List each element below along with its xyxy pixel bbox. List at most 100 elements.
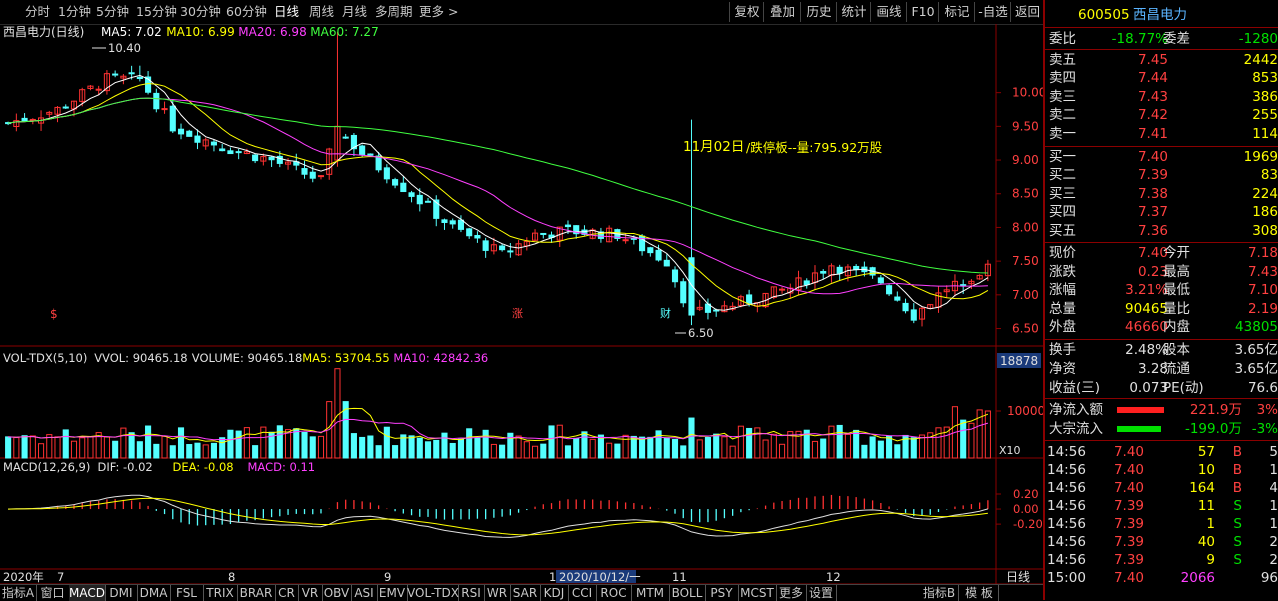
volume-bar [317,435,325,459]
toolbar-button-5[interactable]: F10 [906,2,939,22]
period-tab-1[interactable]: 1分钟 [58,3,91,21]
flow-label: 净流入额 [1049,402,1103,418]
indicator-tab-4[interactable]: DMA [137,585,171,601]
indicator-tab-16[interactable]: SAR [510,585,541,601]
indicator-tab-20[interactable]: MTM [631,585,670,601]
toolbar-button-4[interactable]: 画线 [870,2,907,22]
period-tab-7[interactable]: 周线 [309,3,334,21]
vol-axis-tick: 10000 [1007,404,1043,418]
indicator-tab-5[interactable]: FSL [170,585,204,601]
indicator-tab-21[interactable]: BOLL [669,585,706,601]
volume-bar [103,436,110,459]
candle-body [902,302,909,312]
candle-body [482,240,489,251]
stat-row-3: 总量 90465 量比 2.19 [1045,300,1278,318]
toolbar-button-2[interactable]: 历史 [800,2,837,22]
indicator-tab-10[interactable]: OBV [322,585,352,601]
buy-level-5: 买五 7.36 308 [1045,222,1278,240]
candle-body [317,175,325,178]
period-tab-2[interactable]: 5分钟 [96,3,129,21]
volume-bar [721,436,728,459]
stat-label: 涨幅 [1049,282,1076,299]
stock-name: 西昌电力 [1133,7,1187,23]
stat-value: 3.21% [1125,282,1168,299]
trade-tick: 14:56 7.40 164 B 4 [1045,479,1278,497]
period-tab-5[interactable]: 60分钟 [226,3,267,21]
volume-bar [169,445,176,459]
indicator-tab-0[interactable]: 指标A [0,585,37,601]
period-tab-3[interactable]: 15分钟 [136,3,177,21]
candle-body [400,182,407,193]
volume-bar [778,443,786,459]
period-tab-4[interactable]: 30分钟 [180,3,221,21]
candle-body [894,296,901,301]
period-tab-6[interactable]: 日线 [274,3,299,21]
toolbar-button-1[interactable]: 叠加 [763,2,801,22]
indicator-tab-1[interactable]: 窗口 [36,585,70,601]
tick-price: 7.40 [1113,570,1144,586]
volume-bar [910,437,917,459]
stat-label-2: 内盘 [1163,319,1190,336]
volume-bar [194,442,201,459]
volume-bar [490,443,497,459]
trade-tick: 14:56 7.40 57 B 5 [1045,443,1278,461]
candle-body [367,153,374,156]
volume-bar [416,437,423,459]
indicator-right-tab-1[interactable]: 模 板 [960,585,999,601]
indicator-tab-24[interactable]: 更多 [776,585,807,601]
period-tab-8[interactable]: 月线 [342,3,367,21]
candle-body [21,117,28,122]
indicator-tab-6[interactable]: TRIX [203,585,238,601]
macd-label-2: DEA: -0.08 [173,460,234,474]
indicator-tab-2[interactable]: MACD [69,585,106,601]
macd-label-3: MACD: 0.11 [248,460,316,474]
tick-time: 14:56 [1047,516,1086,532]
volume-bar [375,445,382,459]
toolbar-button-6[interactable]: 标记 [938,2,975,22]
toolbar-button-3[interactable]: 统计 [836,2,871,22]
candle-body [177,128,185,135]
indicator-tab-13[interactable]: VOL-TDX [407,585,459,601]
indicator-tab-22[interactable]: PSY [705,585,739,601]
indicator-tab-14[interactable]: RSI [458,585,485,601]
candle-body [235,151,242,154]
volume-bar [935,427,942,459]
indicator-tab-19[interactable]: ROC [596,585,632,601]
indicator-tab-23[interactable]: MCST [738,585,777,601]
indicator-tab-3[interactable]: DMI [105,585,138,601]
candle-body [910,309,917,321]
tick-price: 7.40 [1113,480,1144,496]
period-tab-0[interactable]: 分时 [25,3,50,21]
indicator-tab-11[interactable]: ASI [351,585,378,601]
vol-label-4: MA10: 42842.36 [393,351,488,365]
trade-tick: 14:56 7.39 40 S 2 [1045,533,1278,551]
volume-bar [219,437,226,459]
period-tab-9[interactable]: 多周期 [375,3,413,21]
indicator-right-tab-0[interactable]: 指标B [920,585,959,601]
sell-label: 卖四 [1049,70,1076,87]
kline-chart[interactable]: 6.507.007.508.008.509.009.5010.00西昌电力(日线… [0,24,1043,584]
toolbar-button-8[interactable]: 返回 [1010,2,1044,22]
flow-pct: 3% [1256,402,1278,418]
volume-bar [614,443,621,459]
indicator-tab-15[interactable]: WR [484,585,511,601]
indicator-tab-8[interactable]: CR [275,585,299,601]
candle-body [62,106,69,109]
indicator-tab-25[interactable]: 设置 [806,585,837,601]
tick-vol: 164 [1189,480,1215,496]
indicator-tab-12[interactable]: EMV [377,585,408,601]
candle-body [252,154,259,162]
volume-bar [128,432,135,459]
price-tick-label: 10.00 [1012,86,1043,100]
toolbar-button-7[interactable]: -自选 [974,2,1011,22]
buy-vol: 186 [1252,204,1278,221]
period-tab-10[interactable]: 更多 > [419,3,458,21]
indicator-tab-9[interactable]: VR [298,585,323,601]
indicator-tab-7[interactable]: BRAR [237,585,276,601]
toolbar-button-0[interactable]: 复权 [729,2,764,22]
indicator-tab-18[interactable]: CCI [568,585,597,601]
indicator-tab-17[interactable]: KDJ [540,585,569,601]
info-label-2: PE(动) [1163,380,1204,396]
buy-level-3: 买三 7.38 224 [1045,185,1278,203]
price-tick-label: 9.50 [1012,119,1039,133]
